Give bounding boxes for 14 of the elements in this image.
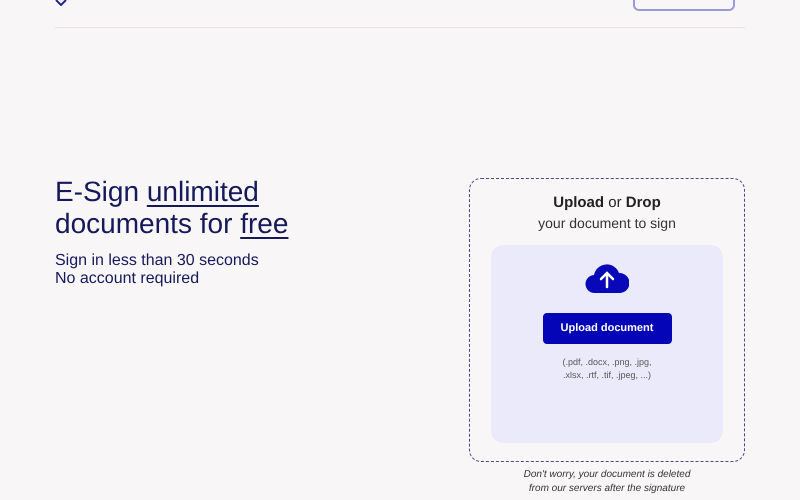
upload-title: Upload or Drop xyxy=(553,193,661,213)
upload-subtitle: your document to sign xyxy=(538,214,676,233)
drop-zone[interactable]: Upload or Drop your document to sign Upload document (.pdf, .docx, .png, .jpg, .xlsx, .rtf, .tif, .jpeg, ...) xyxy=(469,178,745,462)
cloud-upload-icon xyxy=(585,263,629,295)
upload-button[interactable]: Upload document xyxy=(542,313,672,344)
hero-text: No account required xyxy=(55,270,200,288)
header-button[interactable] xyxy=(633,0,735,11)
hero-text: Sign in less than 30 seconds xyxy=(55,252,260,270)
hero-heading: E-Sign unlimited documents for free xyxy=(55,176,290,240)
privacy-note: Don't worry, your document is deleted xyxy=(524,468,690,482)
logo-icon xyxy=(55,0,67,6)
format-list: (.pdf, .docx, .png, .jpg, xyxy=(562,356,652,369)
format-list: .xlsx, .rtf, .tif, .jpeg, ...) xyxy=(562,369,652,382)
privacy-note: from our servers after the signature xyxy=(528,482,686,496)
